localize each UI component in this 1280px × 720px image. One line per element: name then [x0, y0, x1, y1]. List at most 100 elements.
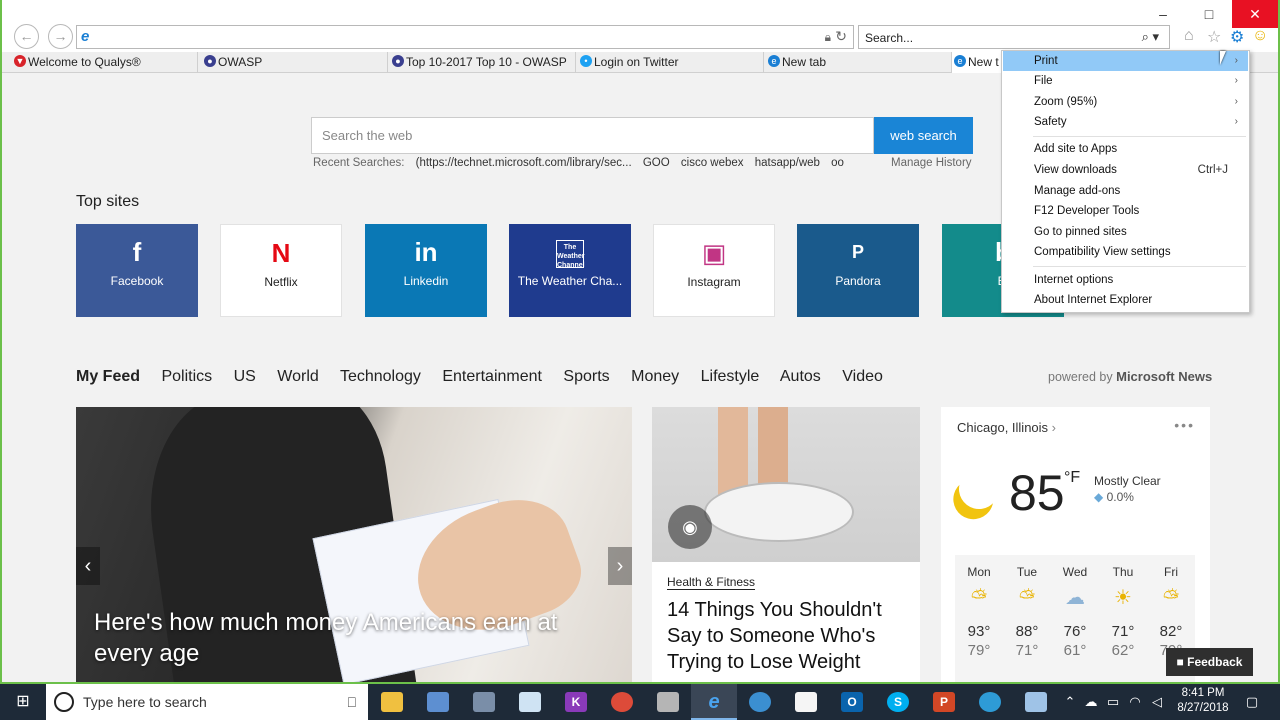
home-icon[interactable]: ⌂	[1184, 27, 1194, 45]
hero-story[interactable]: ‹ › Here's how much money Americans earn…	[76, 407, 632, 682]
story-category[interactable]: Health & Fitness	[667, 575, 756, 590]
instagram-icon: ▣	[701, 238, 727, 268]
weather-city[interactable]: Chicago, Illinois ›	[957, 420, 1056, 435]
app-doc-icon[interactable]	[1013, 684, 1059, 720]
recent-item[interactable]: cisco webex	[681, 157, 744, 169]
tools-gear-icon[interactable]: ⚙	[1230, 27, 1244, 47]
manage-history-link[interactable]: Manage History	[891, 157, 972, 169]
tab-owasp[interactable]: ● OWASP	[202, 52, 388, 73]
menu-item-f12-tools[interactable]: F12 Developer Tools	[1003, 201, 1248, 221]
tool-app-icon[interactable]	[645, 684, 691, 720]
feed-tab-us[interactable]: US	[234, 368, 256, 385]
tab-new-tab-active[interactable]: e New t	[952, 52, 1002, 73]
story-card[interactable]: ◉ Health & Fitness 14 Things You Shouldn…	[652, 407, 920, 682]
globe-app-icon[interactable]	[737, 684, 783, 720]
feed-tab-lifestyle[interactable]: Lifestyle	[701, 368, 760, 385]
feed-tab-video[interactable]: Video	[842, 368, 883, 385]
web-search-input[interactable]: Search the web	[311, 117, 874, 154]
notepad-icon[interactable]	[507, 684, 553, 720]
tile-instagram[interactable]: ▣ Instagram	[653, 224, 775, 317]
wifi-icon[interactable]: ◠	[1126, 684, 1144, 720]
smiley-icon[interactable]: ☺	[1252, 27, 1268, 45]
more-options-icon[interactable]: •••	[1174, 417, 1195, 433]
carousel-next-button[interactable]: ›	[608, 547, 632, 585]
network-icon[interactable]	[415, 684, 461, 720]
recent-item[interactable]: oo	[831, 157, 844, 169]
feedback-button[interactable]: ■ Feedback	[1166, 648, 1253, 676]
story-title[interactable]: 14 Things You Shouldn't Say to Someone W…	[667, 597, 907, 675]
feed-tab-technology[interactable]: Technology	[340, 368, 421, 385]
tab-new-tab[interactable]: e New tab	[766, 52, 952, 73]
feed-tab-sports[interactable]: Sports	[563, 368, 609, 385]
recent-item[interactable]: hatsapp/web	[755, 157, 820, 169]
maximize-button[interactable]: □	[1186, 0, 1232, 28]
remote-desktop-icon[interactable]	[461, 684, 507, 720]
forward-button[interactable]: →	[48, 24, 73, 49]
tile-linkedin[interactable]: in Linkedin	[365, 224, 487, 317]
taskbar-search[interactable]: Type here to search ⎕	[46, 684, 368, 720]
menu-item-safety[interactable]: Safety ›	[1003, 112, 1248, 132]
menu-item-manage-add-ons[interactable]: Manage add-ons	[1003, 181, 1248, 201]
tab-owasp-top10[interactable]: ● Top 10-2017 Top 10 - OWASP	[390, 52, 576, 73]
ie-icon: e	[954, 55, 966, 67]
feed-tab-money[interactable]: Money	[631, 368, 679, 385]
tile-pandora[interactable]: P Pandora	[797, 224, 919, 317]
carousel-prev-button[interactable]: ‹	[76, 547, 100, 585]
k-app-icon[interactable]: K	[553, 684, 599, 720]
address-bar[interactable]: e 🔒︎ ↻	[76, 25, 854, 49]
recent-item[interactable]: GOO	[643, 157, 670, 169]
menu-item-file[interactable]: File ›	[1003, 71, 1248, 91]
internet-explorer-icon[interactable]: e	[691, 684, 737, 720]
tile-facebook[interactable]: f Facebook	[76, 224, 198, 317]
powerpoint-icon[interactable]: P	[921, 684, 967, 720]
minimize-button[interactable]: –	[1140, 0, 1186, 28]
feed-tab-politics[interactable]: Politics	[161, 368, 212, 385]
close-button[interactable]: ✕	[1232, 0, 1278, 28]
notifications-icon[interactable]: ▢	[1242, 684, 1262, 720]
menu-item-internet-options[interactable]: Internet options	[1003, 270, 1248, 290]
file-explorer-icon[interactable]	[369, 684, 415, 720]
refresh-icon[interactable]: ↻	[835, 28, 847, 45]
volume-icon[interactable]: ◁	[1148, 684, 1166, 720]
qualys-icon: ▼	[14, 55, 26, 67]
feed-tab-world[interactable]: World	[277, 368, 319, 385]
tile-netflix[interactable]: N Netflix	[220, 224, 342, 317]
menu-item-view-downloads[interactable]: View downloads Ctrl+J	[1003, 160, 1248, 180]
chat-icon: ■	[1176, 655, 1184, 669]
outlook-icon[interactable]: O	[829, 684, 875, 720]
feed-tab-my-feed[interactable]: My Feed	[76, 368, 140, 385]
tab-twitter[interactable]: • Login on Twitter	[578, 52, 764, 73]
battery-icon[interactable]: ▭	[1104, 684, 1122, 720]
menu-item-pinned-sites[interactable]: Go to pinned sites	[1003, 222, 1248, 242]
app-circle-icon[interactable]	[967, 684, 1013, 720]
skype-icon[interactable]: S	[875, 684, 921, 720]
weather-card[interactable]: Chicago, Illinois › ••• 85 °F Mostly Cle…	[941, 407, 1210, 682]
menu-item-print[interactable]: Print ›	[1003, 51, 1248, 71]
recent-item[interactable]: (https://technet.microsoft.com/library/s…	[416, 157, 632, 169]
tab-qualys[interactable]: ▼ Welcome to Qualys®	[12, 52, 198, 73]
feed-tab-autos[interactable]: Autos	[780, 368, 821, 385]
tray-expand-icon[interactable]: ⌃	[1062, 684, 1078, 720]
microphone-icon[interactable]: ⎕	[348, 684, 356, 720]
sun-icon: ☀︎	[1114, 587, 1132, 609]
feed-tab-entertainment[interactable]: Entertainment	[442, 368, 542, 385]
menu-item-compat-view[interactable]: Compatibility View settings	[1003, 242, 1248, 262]
chrome-icon[interactable]	[599, 684, 645, 720]
search-icon[interactable]: ⌕ ▾	[1142, 29, 1159, 45]
web-search-button[interactable]: web search	[874, 117, 973, 154]
onedrive-icon[interactable]: ☁	[1082, 684, 1100, 720]
system-clock[interactable]: 8:41 PM 8/27/2018	[1172, 686, 1234, 716]
owasp-icon: ●	[204, 55, 216, 67]
windows-start-icon[interactable]: ⊞	[0, 684, 46, 720]
menu-item-about-ie[interactable]: About Internet Explorer	[1003, 290, 1248, 310]
camera-icon: ◉	[668, 505, 712, 549]
tile-weather-channel[interactable]: The Weather Channel The Weather Cha...	[509, 224, 631, 317]
browser-search-input[interactable]: Search... ⌕ ▾	[858, 25, 1170, 49]
menu-item-zoom[interactable]: Zoom (95%) ›	[1003, 92, 1248, 112]
sticky-notes-icon[interactable]	[783, 684, 829, 720]
hero-headline[interactable]: Here's how much money Americans earn at …	[94, 607, 594, 669]
back-button[interactable]: ←	[14, 24, 39, 49]
weather-forecast: Mon ⛅︎ 93° 79° Tue ⛅︎ 88° 71° Wed ☁︎ 76°…	[955, 555, 1195, 682]
menu-item-add-site-to-apps[interactable]: Add site to Apps	[1003, 139, 1248, 159]
favorites-star-icon[interactable]: ☆	[1207, 27, 1221, 47]
